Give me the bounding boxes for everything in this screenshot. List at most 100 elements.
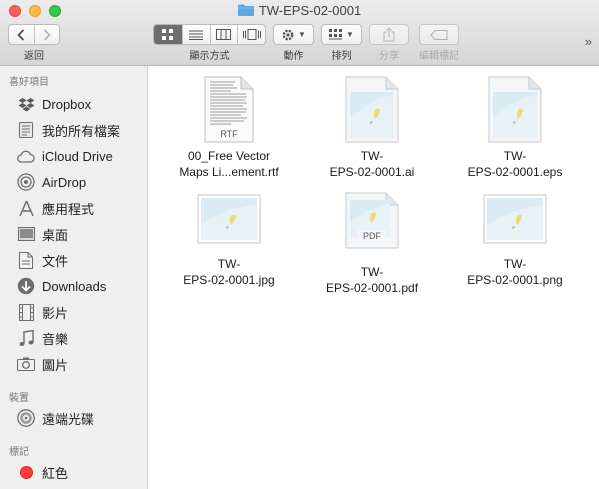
back-label: 返回 bbox=[24, 51, 44, 62]
sidebar-item-pictures[interactable]: 圖片 bbox=[0, 352, 147, 376]
icon-view-button[interactable] bbox=[154, 25, 182, 44]
file-name: 00_Free Vector Maps Li...ement.rtf bbox=[159, 148, 299, 180]
airdrop-icon bbox=[17, 173, 35, 191]
action-button[interactable]: ▼ bbox=[273, 24, 314, 45]
file-name: TW- EPS-02-0001.ai bbox=[302, 148, 442, 180]
sidebar: 喜好項目 Dropbox 我的所有檔案 iCloud Drive AirDrop… bbox=[0, 66, 148, 489]
back-button[interactable] bbox=[9, 25, 34, 44]
desktop-icon bbox=[17, 225, 35, 243]
sidebar-item-label: 圖片 bbox=[42, 357, 69, 373]
sidebar-item-label: Downloads bbox=[42, 278, 107, 294]
sidebar-item-all-files[interactable]: 我的所有檔案 bbox=[0, 118, 147, 142]
sidebar-item-tag-red[interactable]: 紅色 bbox=[0, 460, 147, 484]
file-type-badge: PDF bbox=[363, 231, 382, 241]
file-name: TW- EPS-02-0001.eps bbox=[445, 148, 585, 180]
action-label: 動作 bbox=[283, 51, 304, 62]
favorites-header: 喜好項目 bbox=[9, 77, 49, 88]
chevron-down-icon: ▼ bbox=[298, 30, 306, 39]
sidebar-item-label: 音樂 bbox=[42, 331, 69, 347]
view-mode-control bbox=[153, 24, 266, 45]
sidebar-item-remote-disc[interactable]: 遠端光碟 bbox=[0, 406, 147, 430]
cover-flow-icon bbox=[242, 29, 261, 40]
cover-flow-button[interactable] bbox=[237, 25, 265, 44]
applications-icon bbox=[17, 199, 35, 217]
music-icon bbox=[17, 329, 35, 347]
file-item[interactable]: TW- EPS-02-0001.eps bbox=[445, 76, 585, 180]
chevron-down-icon: ▼ bbox=[346, 30, 354, 39]
gear-icon bbox=[282, 29, 294, 40]
jpg-image-icon bbox=[197, 194, 261, 246]
file-name-line: EPS-02-0001.ai bbox=[329, 165, 415, 179]
icon-view-icon bbox=[162, 29, 174, 40]
file-item[interactable]: RTF 00_Free Vector Maps Li...ement.rtf bbox=[159, 76, 299, 180]
forward-button[interactable] bbox=[33, 25, 59, 44]
back-forward-control bbox=[8, 24, 60, 45]
sidebar-item-downloads[interactable]: Downloads bbox=[0, 274, 147, 298]
share-icon bbox=[383, 27, 395, 42]
window-title-text: TW-EPS-02-0001 bbox=[258, 3, 362, 18]
sidebar-item-music[interactable]: 音樂 bbox=[0, 326, 147, 350]
tag-icon bbox=[430, 29, 448, 40]
camera-icon bbox=[17, 355, 35, 373]
list-view-button[interactable] bbox=[181, 25, 210, 44]
file-name-line: TW- bbox=[360, 149, 384, 163]
file-name-line: EPS-02-0001.pdf bbox=[325, 281, 419, 295]
sidebar-item-dropbox[interactable]: Dropbox bbox=[0, 92, 147, 116]
edit-tags-label: 編輯標記 bbox=[419, 51, 459, 62]
file-name-line: Maps Li...ement.rtf bbox=[179, 165, 279, 179]
file-item[interactable]: TW- EPS-02-0001.png bbox=[445, 192, 585, 288]
file-name: TW- EPS-02-0001.pdf bbox=[302, 264, 442, 296]
sidebar-item-documents[interactable]: 文件 bbox=[0, 248, 147, 272]
window-title: TW-EPS-02-0001 bbox=[0, 3, 599, 19]
file-name-line: TW- bbox=[503, 257, 527, 271]
chevron-left-icon bbox=[17, 28, 25, 41]
chevron-right-icon bbox=[43, 28, 51, 41]
toolbar-overflow-button[interactable]: » bbox=[585, 34, 592, 49]
sidebar-item-label: 文件 bbox=[42, 253, 69, 269]
file-name: TW- EPS-02-0001.jpg bbox=[159, 256, 299, 288]
sidebar-item-label: 應用程式 bbox=[42, 201, 95, 217]
file-name-line: EPS-02-0001.jpg bbox=[183, 273, 275, 287]
file-name-line: TW- bbox=[360, 265, 384, 279]
arrange-icon bbox=[329, 29, 343, 40]
arrange-button[interactable]: ▼ bbox=[321, 24, 362, 45]
eps-document-icon bbox=[485, 76, 545, 144]
folder-icon bbox=[237, 4, 254, 16]
file-name-line: TW- bbox=[217, 257, 241, 271]
ai-document-icon bbox=[342, 76, 402, 144]
sidebar-item-movies[interactable]: 影片 bbox=[0, 300, 147, 324]
all-files-icon bbox=[17, 121, 35, 139]
file-name-line: TW- bbox=[503, 149, 527, 163]
documents-icon bbox=[17, 251, 35, 269]
movies-icon bbox=[17, 303, 35, 321]
remote-disc-icon bbox=[17, 409, 35, 427]
sidebar-item-label: AirDrop bbox=[42, 174, 87, 190]
file-name: TW- EPS-02-0001.png bbox=[445, 256, 585, 288]
sidebar-item-applications[interactable]: 應用程式 bbox=[0, 196, 147, 220]
column-view-icon bbox=[216, 29, 232, 40]
dropbox-icon bbox=[17, 95, 35, 113]
edit-tags-button[interactable] bbox=[419, 24, 459, 45]
png-image-icon bbox=[483, 194, 547, 246]
list-view-icon bbox=[189, 30, 204, 40]
file-grid: RTF 00_Free Vector Maps Li...ement.rtf T… bbox=[149, 66, 599, 489]
share-button[interactable] bbox=[369, 24, 409, 45]
sidebar-item-airdrop[interactable]: AirDrop bbox=[0, 170, 147, 194]
tags-header: 標記 bbox=[9, 447, 29, 458]
sidebar-item-label: 紅色 bbox=[42, 465, 69, 481]
sidebar-item-label: iCloud Drive bbox=[42, 148, 113, 164]
sidebar-item-label: 桌面 bbox=[42, 227, 69, 243]
sidebar-item-label: 影片 bbox=[42, 305, 69, 321]
file-type-badge: RTF bbox=[220, 129, 238, 139]
sidebar-item-label: 遠端光碟 bbox=[42, 411, 95, 427]
column-view-button[interactable] bbox=[209, 25, 238, 44]
file-item[interactable]: TW- EPS-02-0001.ai bbox=[302, 76, 442, 180]
view-label: 顯示方式 bbox=[189, 51, 230, 62]
file-item[interactable]: PDF TW- EPS-02-0001.pdf bbox=[302, 192, 442, 296]
sidebar-item-icloud-drive[interactable]: iCloud Drive bbox=[0, 144, 147, 168]
red-tag-dot-icon bbox=[17, 463, 35, 481]
file-item[interactable]: TW- EPS-02-0001.jpg bbox=[159, 192, 299, 288]
rtf-document-icon: RTF bbox=[201, 76, 257, 144]
sidebar-item-desktop[interactable]: 桌面 bbox=[0, 222, 147, 246]
file-name-line: 00_Free Vector bbox=[187, 149, 271, 163]
